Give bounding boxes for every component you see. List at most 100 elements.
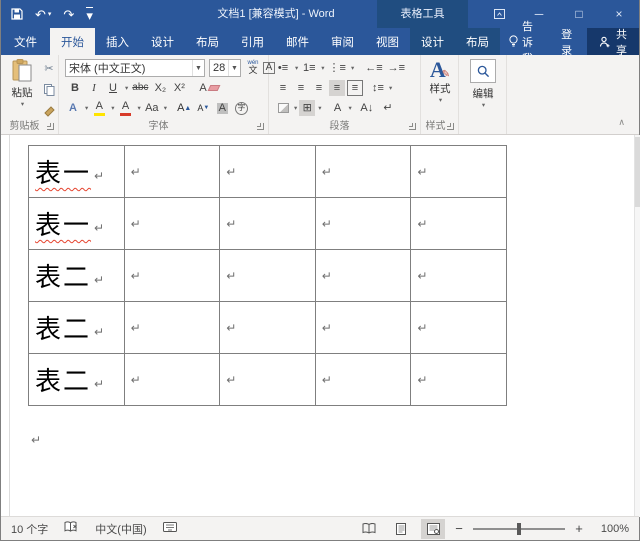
line-spacing-dropdown-icon[interactable]: ▾ [389,84,392,92]
redo-button[interactable]: ↷ [63,8,74,21]
tab-mailings[interactable]: 邮件 [275,28,320,55]
copy-icon[interactable] [41,82,57,98]
paste-button[interactable]: 粘贴 ▾ [7,59,37,108]
language-status[interactable]: 中文(中国) [95,521,146,537]
asian-layout-icon[interactable]: A [330,100,346,116]
zoom-slider-thumb[interactable] [517,523,521,535]
highlight-dropdown-icon[interactable]: ▾ [111,104,114,112]
table-cell[interactable]: ↵ [220,302,316,354]
web-layout-icon[interactable] [421,519,445,539]
shading-icon[interactable] [275,100,291,116]
undo-dropdown-icon[interactable]: ▾ [48,11,52,18]
underline-dropdown-icon[interactable]: ▾ [125,84,128,92]
font-color-button[interactable]: A [118,100,134,116]
clipboard-dialog-launcher[interactable] [47,123,54,130]
save-icon[interactable] [11,8,23,20]
close-button[interactable]: × [599,0,639,28]
table-cell[interactable]: ↵ [411,250,507,302]
sign-in-button[interactable]: 登录 [551,28,587,55]
superscript-button[interactable]: X² [171,80,187,96]
vertical-scrollbar[interactable] [634,135,640,517]
cut-icon[interactable]: ✂ [41,61,57,77]
document-area[interactable]: 表一↵ ↵ ↵ ↵ ↵ 表一↵ ↵ ↵ ↵ ↵ 表二↵ ↵ ↵ ↵ ↵ 表二 [1,135,640,517]
share-button[interactable]: 共享 [587,28,639,55]
table-cell[interactable]: ↵ [220,146,316,198]
table-row[interactable]: 表二↵ ↵ ↵ ↵ ↵ [29,250,507,302]
font-size-dropdown-icon[interactable]: ▼ [228,60,240,76]
editing-button[interactable]: 编辑 ▾ [459,59,507,109]
decrease-indent-icon[interactable]: ←≡ [364,60,383,76]
table-cell[interactable]: ↵ [124,250,220,302]
table-cell[interactable]: ↵ [124,198,220,250]
table-cell[interactable]: ↵ [220,198,316,250]
shading-dropdown-icon[interactable]: ▾ [294,104,297,112]
table-cell[interactable]: ↵ [315,146,411,198]
word-count[interactable]: 10 个字 [11,521,48,537]
multilevel-list-icon[interactable]: ⋮≡ [328,60,347,76]
font-dialog-launcher[interactable] [257,123,264,130]
italic-button[interactable]: I [86,80,102,96]
table-cell[interactable]: ↵ [411,146,507,198]
paragraph-dialog-launcher[interactable] [409,123,416,130]
table-cell[interactable]: ↵ [411,354,507,406]
table-cell[interactable]: 表一↵ [29,198,125,250]
scrollbar-thumb[interactable] [635,137,640,207]
bullets-dropdown-icon[interactable]: ▾ [295,64,298,72]
table-row[interactable]: 表二↵ ↵ ↵ ↵ ↵ [29,302,507,354]
increase-indent-icon[interactable]: →≡ [387,60,406,76]
font-name-combo[interactable]: 宋体 (中文正文)▼ [65,59,205,77]
table-cell[interactable]: ↵ [315,302,411,354]
table-cell[interactable]: 表一↵ [29,146,125,198]
customize-qat-icon[interactable]: ▾ [86,7,93,22]
strikethrough-button[interactable]: abc [131,80,149,96]
align-left-icon[interactable]: ≡ [275,80,291,96]
font-size-combo[interactable]: 28▼ [209,59,241,77]
grow-font-button[interactable]: A▲ [176,100,192,116]
justify-icon[interactable]: ≡ [329,80,345,96]
table-row[interactable]: 表二↵ ↵ ↵ ↵ ↵ [29,354,507,406]
table-cell[interactable]: ↵ [124,354,220,406]
change-case-dropdown-icon[interactable]: ▾ [164,104,167,112]
table-cell[interactable]: ↵ [124,302,220,354]
tab-review[interactable]: 审阅 [320,28,365,55]
collapse-ribbon-icon[interactable]: ∧ [618,117,625,128]
zoom-slider[interactable] [473,528,565,530]
cell-text[interactable]: 表一 [35,211,91,240]
font-color-dropdown-icon[interactable]: ▾ [138,104,141,112]
word-table[interactable]: 表一↵ ↵ ↵ ↵ ↵ 表一↵ ↵ ↵ ↵ ↵ 表二↵ ↵ ↵ ↵ ↵ 表二 [28,145,507,406]
align-right-icon[interactable]: ≡ [311,80,327,96]
tab-layout[interactable]: 布局 [185,28,230,55]
table-cell[interactable]: ↵ [411,302,507,354]
table-cell[interactable]: ↵ [220,354,316,406]
tab-design[interactable]: 设计 [140,28,185,55]
show-hide-marks-icon[interactable]: ↵ [380,100,396,116]
bold-button[interactable]: B [67,80,83,96]
tab-table-design[interactable]: 设计 [410,28,455,55]
ribbon-display-options-icon[interactable] [479,0,519,28]
read-mode-icon[interactable] [357,519,381,539]
font-name-dropdown-icon[interactable]: ▼ [192,60,204,76]
tab-file[interactable]: 文件 [1,28,50,55]
multilevel-dropdown-icon[interactable]: ▾ [351,64,354,72]
tab-home[interactable]: 开始 [50,28,95,55]
zoom-level[interactable]: 100% [593,523,629,535]
sort-icon[interactable]: A↓ [359,100,375,116]
tab-insert[interactable]: 插入 [95,28,140,55]
table-cell[interactable]: ↵ [315,198,411,250]
table-row[interactable]: 表一↵ ↵ ↵ ↵ ↵ [29,146,507,198]
cell-text[interactable]: 表二 [35,263,91,292]
styles-button[interactable]: A✎ 样式 ▾ [421,59,459,104]
table-cell[interactable]: ↵ [124,146,220,198]
underline-button[interactable]: U [105,80,121,96]
bullets-icon[interactable]: •≡ [275,60,291,76]
shrink-font-button[interactable]: A▼ [195,100,211,116]
numbering-dropdown-icon[interactable]: ▾ [321,64,324,72]
table-cell[interactable]: ↵ [411,198,507,250]
phonetic-guide-icon[interactable]: wén 文 [245,59,261,75]
paste-dropdown-icon[interactable]: ▾ [8,100,37,108]
table-cell[interactable]: 表二↵ [29,302,125,354]
clear-formatting-button[interactable]: A [198,80,219,96]
line-spacing-icon[interactable]: ↕≡ [370,80,386,96]
subscript-button[interactable]: X₂ [152,80,168,96]
cell-text[interactable]: 表一 [35,159,91,188]
